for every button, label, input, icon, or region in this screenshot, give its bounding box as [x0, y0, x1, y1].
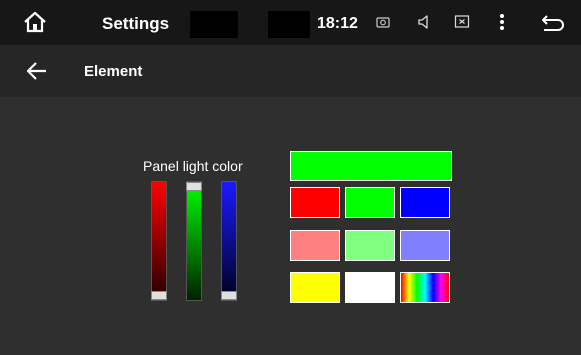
- status-redacted-block: [268, 11, 310, 38]
- blue-slider-thumb[interactable]: [221, 291, 237, 300]
- clock: 18:12: [317, 15, 358, 32]
- panel-light-color-label: Panel light color: [143, 158, 243, 174]
- status-title: Settings: [102, 14, 170, 33]
- page-title: Element: [84, 63, 143, 80]
- back-return-icon[interactable]: [540, 12, 566, 34]
- red-slider-thumb[interactable]: [151, 291, 167, 300]
- swatch-white[interactable]: [345, 272, 395, 303]
- home-icon[interactable]: [22, 11, 48, 33]
- swatch-yellow[interactable]: [290, 272, 340, 303]
- camera-icon[interactable]: [376, 12, 390, 32]
- app-header: Element: [0, 45, 581, 97]
- green-slider-thumb[interactable]: [186, 182, 202, 191]
- status-bar: Settings 18:12: [0, 0, 581, 45]
- red-slider[interactable]: [151, 181, 167, 301]
- menu-dots-icon[interactable]: [497, 12, 507, 32]
- status-redacted-block: [190, 11, 238, 38]
- swatch-red[interactable]: [290, 187, 340, 218]
- arrow-left-icon[interactable]: [26, 60, 48, 82]
- swatch-light-green[interactable]: [345, 230, 395, 261]
- current-color-preview: [290, 151, 452, 181]
- green-slider[interactable]: [186, 181, 202, 301]
- blue-slider[interactable]: [221, 181, 237, 301]
- screen: Settings 18:12 Element Panel light color: [0, 0, 581, 355]
- close-box-icon[interactable]: [454, 12, 470, 32]
- swatch-rainbow[interactable]: [400, 272, 450, 303]
- swatch-green[interactable]: [345, 187, 395, 218]
- swatch-light-blue[interactable]: [400, 230, 450, 261]
- swatch-light-red[interactable]: [290, 230, 340, 261]
- volume-icon[interactable]: [417, 12, 433, 32]
- swatch-blue[interactable]: [400, 187, 450, 218]
